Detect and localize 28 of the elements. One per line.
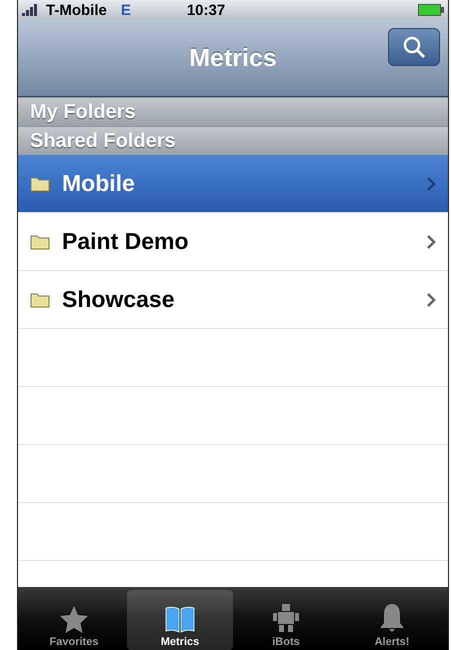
- bell-icon: [379, 603, 405, 633]
- search-button[interactable]: [388, 28, 440, 66]
- network-type: E: [120, 2, 131, 18]
- tab-button[interactable]: Alerts!: [339, 590, 445, 650]
- folder-name: Paint Demo: [62, 228, 190, 255]
- robot-icon: [272, 603, 300, 633]
- status-time: 10:37: [186, 2, 226, 18]
- section-label: My Folders: [30, 100, 136, 124]
- folder-name: Showcase: [62, 286, 176, 313]
- carrier-name: T-Mobile: [46, 2, 107, 18]
- search-icon: [402, 35, 426, 59]
- chevron-icon: [427, 234, 436, 248]
- star-icon: [59, 605, 89, 633]
- folder-icon: [30, 292, 50, 308]
- book-icon: [165, 605, 195, 633]
- folder-icon: [30, 234, 50, 250]
- section-label: Shared Folders: [30, 130, 176, 152]
- folder-row[interactable]: Mobile: [18, 155, 448, 213]
- tab-button[interactable]: Favorites: [21, 590, 127, 650]
- chevron-icon: [427, 292, 436, 306]
- nav-title: Metrics: [189, 44, 277, 72]
- tab-button[interactable]: iBots: [233, 590, 339, 650]
- signal-icon: [22, 4, 40, 16]
- folder-name: Mobile: [62, 170, 136, 197]
- battery-icon: [418, 4, 444, 16]
- chevron-icon: [427, 176, 436, 190]
- folder-icon: [30, 176, 50, 192]
- tab-button[interactable]: Metrics: [127, 590, 233, 650]
